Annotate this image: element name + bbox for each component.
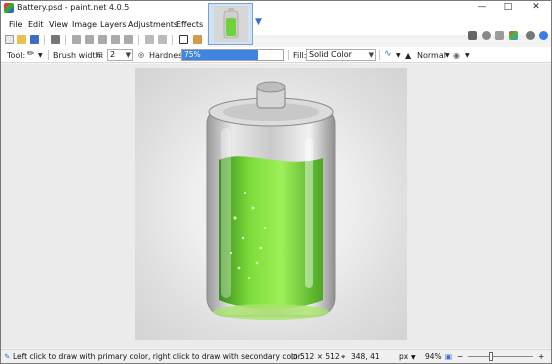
status-bar: ✎ Left click to draw with primary color,… [1, 349, 551, 363]
zoom-value[interactable]: 94% [425, 352, 442, 361]
colors-icon[interactable] [509, 31, 518, 40]
title-bar: Battery.psd - paint.net 4.0.5 — □ ✕ [1, 1, 551, 15]
undo-icon[interactable] [145, 35, 154, 44]
cursor-position-icon: ⌖ [341, 352, 346, 361]
tool-dropdown-chevron-icon[interactable]: ▼ [38, 52, 43, 59]
alpha-mode-chevron-icon[interactable]: ▼ [465, 52, 470, 59]
chevron-down-icon: ▼ [125, 51, 131, 59]
settings-icon[interactable] [526, 31, 535, 40]
menu-layers[interactable]: Layers [100, 20, 126, 29]
crop-icon[interactable] [111, 35, 120, 44]
app-window: Battery.psd - paint.net 4.0.5 — □ ✕ File… [0, 0, 552, 364]
brush-width-value: 2 [110, 50, 116, 59]
menu-edit[interactable]: Edit [28, 20, 44, 29]
menu-bar: File Edit View Image Layers Adjustments … [1, 15, 551, 40]
maximize-button[interactable]: □ [497, 1, 519, 15]
save-icon[interactable] [30, 35, 39, 44]
new-icon[interactable] [5, 35, 14, 44]
image-size-icon: ⊡ [291, 352, 298, 361]
alpha-mode-icon[interactable]: ◉ [453, 51, 460, 60]
zoom-out-icon[interactable]: − [457, 352, 463, 361]
fill-select[interactable]: Solid Color ▼ [306, 49, 376, 61]
image-size: 512 × 512 [300, 352, 340, 361]
status-hint: Left click to draw with primary color, r… [13, 352, 303, 361]
cursor-position: 348, 41 [351, 352, 380, 361]
hint-icon: ✎ [4, 352, 11, 361]
fill-value: Solid Color [309, 50, 352, 59]
tool-options-bar: Tool: ✏ ▼ Brush width: ⊟ 2 ▼ ◎ Hardness: … [1, 47, 551, 63]
brush-width-label: Brush width: [53, 51, 104, 60]
menu-file[interactable]: File [9, 20, 22, 29]
minimize-button[interactable]: — [471, 1, 493, 15]
brush-size-icon: ⊟ [97, 51, 103, 59]
menu-view[interactable]: View [49, 20, 68, 29]
paintbrush-icon[interactable]: ✏ [27, 49, 35, 59]
history-icon[interactable] [482, 31, 491, 40]
tools-icon[interactable] [468, 31, 477, 40]
image-thumbnail [214, 6, 248, 42]
cut-icon[interactable] [72, 35, 81, 44]
open-icon[interactable] [17, 35, 26, 44]
help-icon[interactable] [539, 31, 548, 40]
print-icon[interactable] [51, 35, 60, 44]
hardness-value: 75% [184, 50, 201, 59]
units-chevron-icon[interactable]: ▼ [411, 354, 416, 361]
paste-icon[interactable] [98, 35, 107, 44]
chevron-down-icon: ▼ [368, 51, 374, 59]
grid-icon[interactable] [179, 35, 188, 44]
layers-icon[interactable] [495, 31, 504, 40]
tab-list-chevron-icon[interactable]: ▼ [255, 17, 262, 27]
window-title: Battery.psd - paint.net 4.0.5 [17, 3, 130, 12]
canvas-workspace[interactable] [1, 64, 551, 348]
image-canvas[interactable] [135, 68, 407, 340]
ruler-icon[interactable] [193, 35, 202, 44]
paintnet-app-icon [4, 3, 14, 13]
menu-image[interactable]: Image [72, 20, 97, 29]
antialiasing-icon[interactable]: ∿ [384, 49, 392, 59]
main-toolbar [1, 33, 207, 47]
copy-icon[interactable] [85, 35, 94, 44]
blend-mode-icon: ▲ [405, 51, 412, 60]
zoom-to-window-icon[interactable]: ▣ [445, 352, 452, 361]
close-button[interactable]: ✕ [525, 1, 547, 15]
tool-label: Tool: [7, 51, 26, 60]
zoom-in-icon[interactable]: + [538, 352, 544, 361]
menu-adjustments[interactable]: Adjustments [128, 20, 178, 29]
redo-icon[interactable] [158, 35, 167, 44]
hardness-slider[interactable]: 75% [181, 49, 284, 61]
blend-mode-value[interactable]: Normal [417, 51, 446, 60]
image-tab-battery[interactable] [208, 3, 253, 45]
menu-effects[interactable]: Effects [176, 20, 203, 29]
zoom-slider[interactable] [468, 356, 533, 357]
deselect-icon[interactable] [124, 35, 133, 44]
antialias-icon[interactable]: ◎ [138, 51, 144, 59]
battery-artwork [206, 81, 336, 320]
antialiasing-chevron-icon[interactable]: ▼ [396, 52, 401, 59]
fill-label: Fill: [293, 51, 307, 60]
units-select[interactable]: px [399, 352, 408, 361]
zoom-slider-thumb[interactable] [489, 352, 493, 361]
brush-width-select[interactable]: 2 ▼ [107, 49, 133, 61]
blend-mode-chevron-icon[interactable]: ▼ [445, 52, 450, 59]
